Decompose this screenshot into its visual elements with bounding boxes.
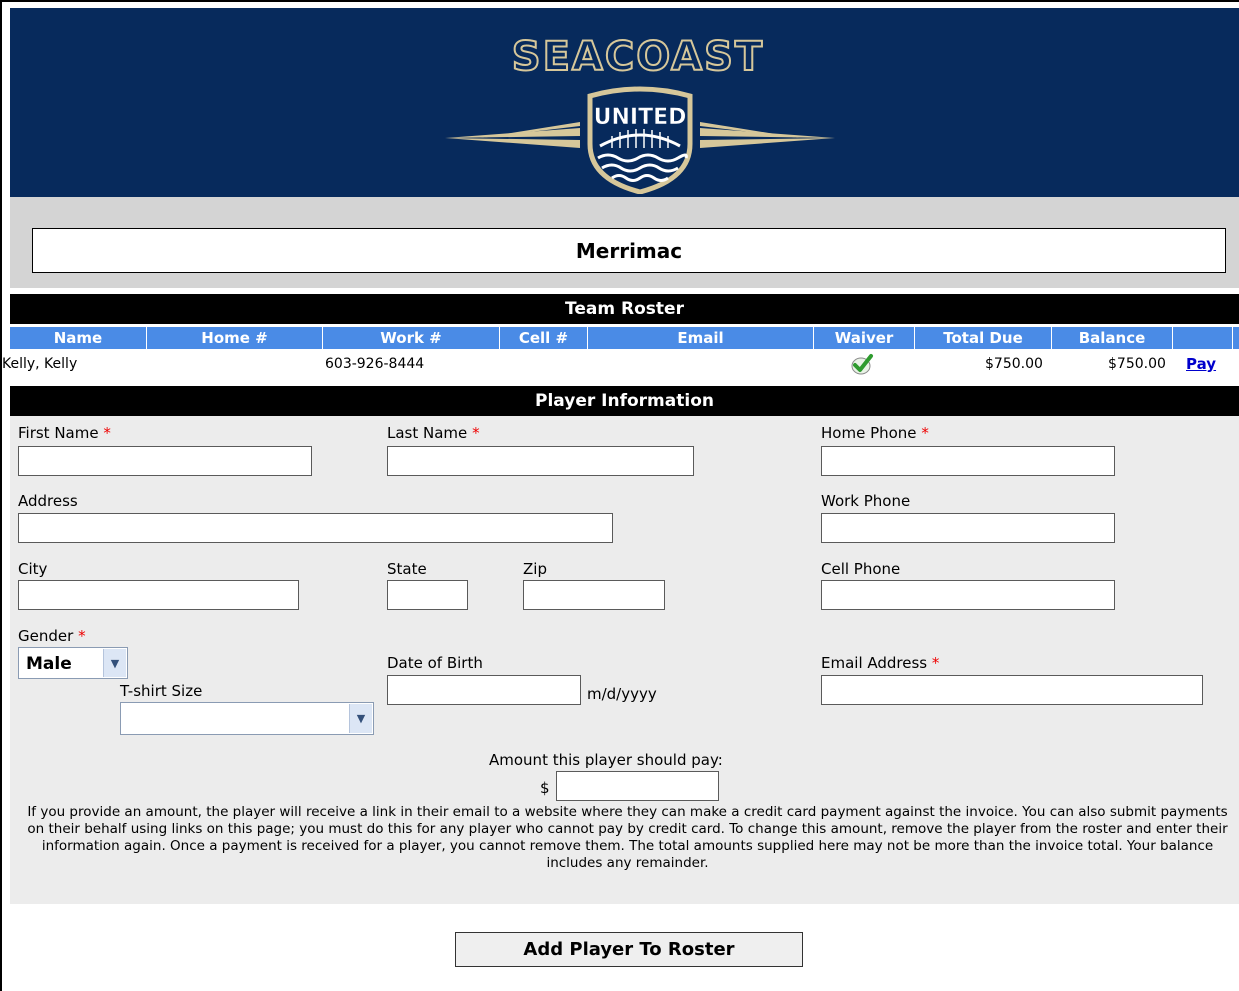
zip-label: Zip — [523, 560, 547, 578]
checkmark-icon — [851, 354, 873, 375]
col-home[interactable]: Home # — [147, 327, 323, 349]
last-name-input[interactable] — [387, 446, 694, 476]
chevron-down-icon[interactable]: ▼ — [103, 649, 126, 677]
home-phone-label: Home Phone * — [821, 424, 929, 442]
cell-phone-input[interactable] — [821, 580, 1115, 610]
roster-header-row: Name Home # Work # Cell # Email Waiver T… — [10, 327, 1239, 349]
work-phone-label: Work Phone — [821, 492, 911, 510]
logo-wordmark: SEACOAST — [511, 33, 765, 81]
col-email[interactable]: Email — [588, 327, 814, 349]
state-label: State — [387, 560, 427, 578]
row-name: Kelly, Kelly — [2, 356, 78, 372]
gender-select[interactable]: Male ▼ — [18, 647, 128, 679]
col-cell[interactable]: Cell # — [500, 327, 588, 349]
amount-input[interactable] — [556, 771, 719, 801]
col-waiver[interactable]: Waiver — [814, 327, 915, 349]
dob-hint: m/d/yyyy — [587, 685, 657, 703]
team-name: Merrimac — [32, 228, 1226, 273]
dob-input[interactable] — [387, 675, 581, 705]
player-info-title: Player Information — [10, 386, 1239, 416]
tshirt-label: T-shirt Size — [120, 682, 203, 700]
last-name-label: Last Name * — [387, 424, 480, 442]
row-work: 603-926-8444 — [325, 356, 425, 372]
site-header: SEACOAST UNITED — [10, 8, 1239, 197]
gender-label: Gender * — [18, 627, 86, 645]
pay-link[interactable]: Pay — [1186, 355, 1216, 373]
amount-label: Amount this player should pay: — [489, 751, 723, 769]
home-phone-input[interactable] — [821, 446, 1115, 476]
payment-note: If you provide an amount, the player wil… — [27, 804, 1228, 871]
work-phone-input[interactable] — [821, 513, 1115, 543]
add-player-button[interactable]: Add Player To Roster — [455, 932, 803, 967]
col-total-due[interactable]: Total Due — [915, 327, 1052, 349]
col-balance[interactable]: Balance — [1052, 327, 1173, 349]
row-balance: $750.00 — [1108, 356, 1166, 372]
cell-phone-label: Cell Phone — [821, 560, 901, 578]
email-input[interactable] — [821, 675, 1203, 705]
state-input[interactable] — [387, 580, 468, 610]
zip-input[interactable] — [523, 580, 665, 610]
col-name[interactable]: Name — [10, 327, 147, 349]
table-row: Kelly, Kelly 603-926-8444 $750.00 $750.0… — [2, 350, 1239, 378]
row-total-due: $750.00 — [985, 356, 1043, 372]
city-input[interactable] — [18, 580, 299, 610]
roster-title: Team Roster — [10, 294, 1239, 324]
address-label: Address — [18, 492, 78, 510]
crest-text: UNITED — [594, 105, 687, 130]
chevron-down-icon[interactable]: ▼ — [349, 704, 372, 733]
first-name-label: First Name * — [18, 424, 111, 442]
first-name-input[interactable] — [18, 446, 312, 476]
currency-symbol: $ — [540, 779, 550, 797]
tshirt-select[interactable]: ▼ — [120, 702, 374, 735]
address-input[interactable] — [18, 513, 613, 543]
col-action — [1173, 327, 1233, 349]
email-label: Email Address * — [821, 654, 940, 672]
col-work[interactable]: Work # — [323, 327, 500, 349]
city-label: City — [18, 560, 48, 578]
dob-label: Date of Birth — [387, 654, 483, 672]
gender-value: Male — [26, 654, 72, 674]
seacoast-united-crest-icon: UNITED — [445, 86, 835, 194]
